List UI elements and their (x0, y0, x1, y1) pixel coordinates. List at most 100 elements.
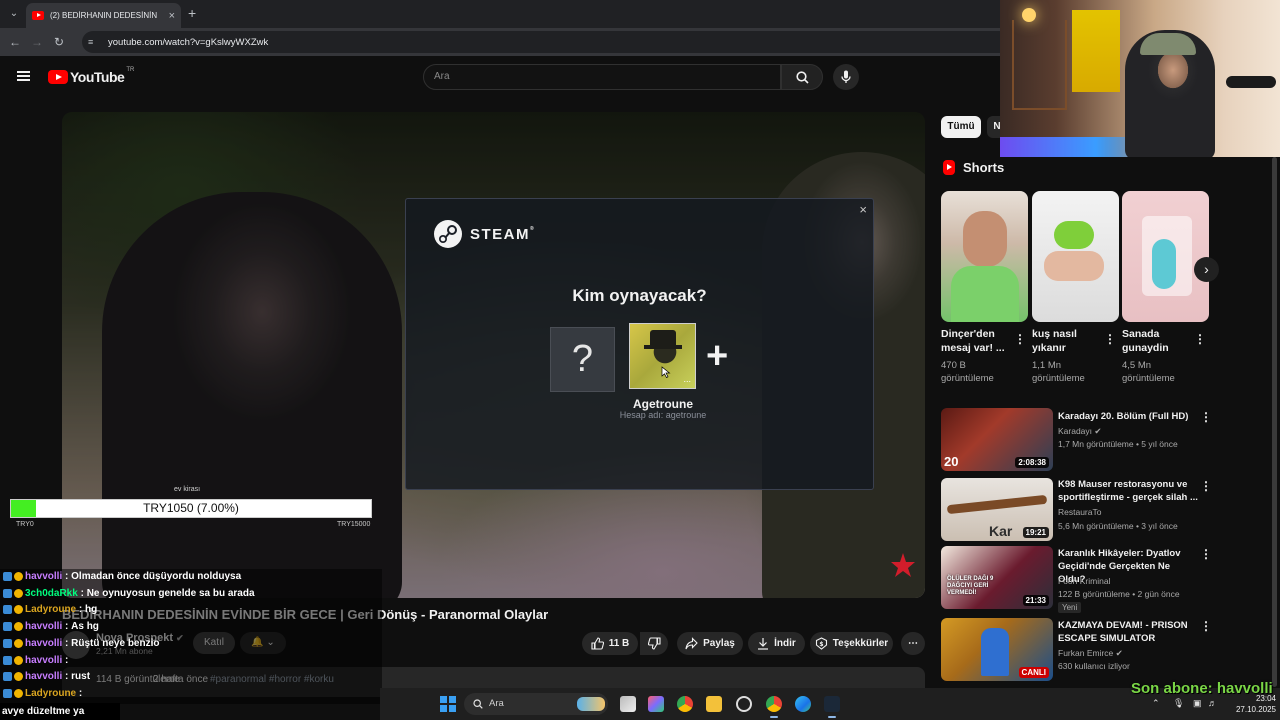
dialog-close-icon[interactable]: × (859, 202, 867, 217)
browser-tab-youtube[interactable]: (2) BEDİRHANIN DEDESİNİN EV × (26, 3, 181, 28)
chrome-icon[interactable] (677, 696, 693, 712)
short-title[interactable]: kuş nasıl yıkanır (1032, 327, 1107, 355)
chat-username[interactable]: 3ch0daRkk (25, 588, 78, 599)
download-button[interactable]: İndir (748, 632, 805, 655)
video-title-link[interactable]: Karadayı 20. Bölüm (Full HD) (1058, 410, 1198, 423)
more-vertical-icon[interactable]: ⋮ (1200, 619, 1212, 633)
chat-username[interactable]: havvolli (25, 571, 62, 582)
new-tab-icon[interactable]: + (188, 5, 196, 21)
shorts-next-button[interactable]: › (1194, 257, 1219, 282)
short-title[interactable]: Sanada gunaydin (1122, 327, 1197, 355)
menu-icon[interactable] (17, 71, 30, 81)
chat-username[interactable]: havvolli (25, 638, 62, 649)
taskbar-search-input[interactable]: Ara (464, 693, 608, 715)
new-badge: Yeni (1058, 602, 1082, 613)
voice-search-button[interactable] (833, 64, 859, 90)
video-thumbnail[interactable]: Kar 19:21 (941, 478, 1053, 541)
video-thumbnail[interactable]: 20 2:08:38 (941, 408, 1053, 471)
more-vertical-icon[interactable]: ⋮ (1014, 332, 1026, 346)
short-title[interactable]: Dinçer'den mesaj var! ... (941, 327, 1016, 355)
more-actions-button[interactable]: ⋯ (901, 632, 925, 655)
more-vertical-icon[interactable]: ⋮ (1200, 410, 1212, 424)
chat-badge-icon (3, 572, 12, 581)
site-info-icon[interactable]: ≡ (88, 37, 100, 47)
task-view-icon[interactable] (620, 696, 636, 712)
chat-badge-icon (3, 605, 12, 614)
address-bar[interactable]: ≡ youtube.com/watch?v=gKslwyWXZwk (82, 31, 1092, 53)
video-thumbnail[interactable]: CANLI (941, 618, 1053, 681)
verified-icon: ✔ (1115, 648, 1123, 658)
edge-icon[interactable] (795, 696, 811, 712)
sidebar-scrollbar[interactable] (1272, 157, 1277, 687)
chat-message: Ladyroune : hg (3, 604, 97, 615)
video-title-link[interactable]: K98 Mauser restorasyonu ve sportifleştir… (1058, 478, 1198, 504)
thumbnail-text: Kar (989, 523, 1013, 539)
chat-text: rust (71, 671, 91, 682)
tray-chevron-up-icon[interactable]: ⌃ (1152, 698, 1160, 709)
webcam-cap (1140, 33, 1196, 55)
account-avatar-button[interactable]: ... (629, 323, 696, 389)
chat-username[interactable]: Ladyroune (25, 604, 76, 615)
video-title-link[interactable]: KAZMAYA DEVAM! - PRISON ESCAPE SIMULATOR (1058, 619, 1198, 645)
chat-badge-icon (14, 639, 23, 648)
chip-all[interactable]: Tümü (941, 116, 981, 138)
channel-name[interactable]: RestauraTo (1058, 507, 1101, 517)
like-button[interactable]: 11 B (582, 632, 638, 655)
back-icon[interactable]: ← (4, 35, 26, 49)
more-vertical-icon[interactable]: ⋮ (1200, 479, 1212, 493)
chat-username[interactable]: Ladyroune (25, 688, 76, 699)
channel-name[interactable]: Foon Kriminal (1058, 576, 1110, 586)
chat-message: 3ch0daRkk : Ne oynuyosun genelde sa bu a… (3, 588, 255, 599)
short-thumbnail[interactable] (1032, 191, 1119, 322)
short-thumbnail[interactable] (941, 191, 1028, 322)
chat-text: Rüştü neye benzio (71, 638, 160, 649)
chat-username[interactable]: havvolli (25, 621, 62, 632)
account-options-icon[interactable]: ... (683, 374, 691, 384)
steam-taskbar-icon[interactable] (824, 696, 840, 712)
volume-icon[interactable]: ♬ (1208, 698, 1217, 708)
goal-label: ev kirası (174, 486, 201, 493)
microphone-tray-icon[interactable]: 🎙 (1173, 698, 1184, 709)
browser-toolbar: ← → ↻ ≡ youtube.com/watch?v=gKslwyWXZwk (0, 28, 1092, 56)
share-label: Paylaş (703, 638, 735, 649)
youtube-logo-text: YouTube (70, 69, 125, 85)
thanks-button[interactable]: $ Teşekkürler (810, 632, 893, 655)
network-icon[interactable]: ▣ (1193, 698, 1202, 709)
chat-badge-icon (14, 589, 23, 598)
chat-separator: : (62, 671, 72, 682)
share-button[interactable]: Paylaş (677, 632, 743, 655)
tab-close-icon[interactable]: × (169, 10, 175, 22)
video-thumbnail[interactable]: ÖLÜLER DAĞI 9 DAĞCIYI GERİ VERMEDİ! 21:3… (941, 546, 1053, 609)
more-vertical-icon[interactable]: ⋮ (1194, 332, 1206, 346)
reload-icon[interactable]: ↻ (48, 35, 70, 49)
guest-account-button[interactable]: ? (550, 327, 615, 392)
file-explorer-icon[interactable] (706, 696, 722, 712)
last-subscriber-alert: Son abone: havvolli (1131, 680, 1273, 697)
chrome-profile-icon[interactable] (766, 696, 782, 712)
search-button[interactable] (781, 64, 823, 90)
video-duration: 21:33 (1022, 595, 1049, 606)
video-duration: 19:21 (1022, 527, 1049, 538)
add-account-button[interactable]: + (706, 337, 728, 375)
tab-search-icon[interactable]: ⌄ (6, 6, 22, 22)
channel-name[interactable]: Karadayı ✔ (1058, 426, 1102, 437)
chat-username[interactable]: havvolli (25, 655, 62, 666)
chat-username[interactable]: havvolli (25, 671, 62, 682)
channel-name[interactable]: Furkan Emirce ✔ (1058, 648, 1123, 659)
search-icon (796, 71, 809, 84)
more-vertical-icon[interactable]: ⋮ (1104, 332, 1116, 346)
copilot-icon[interactable] (648, 696, 664, 712)
short-thumbnail[interactable] (1122, 191, 1209, 322)
avatar-hat-brim (644, 345, 682, 349)
more-vertical-icon[interactable]: ⋮ (1200, 547, 1212, 561)
thumbnail-text: 20 (944, 454, 959, 469)
forward-icon[interactable]: → (26, 35, 48, 49)
settings-app-icon[interactable] (736, 696, 752, 712)
search-input[interactable]: Ara (423, 64, 781, 90)
windows-start-icon[interactable] (440, 696, 456, 712)
youtube-logo[interactable]: YouTube TR (48, 67, 134, 85)
dislike-button[interactable] (640, 632, 668, 655)
star-watermark-icon (891, 553, 915, 577)
chat-separator: : (62, 621, 72, 632)
shorts-icon (943, 160, 955, 175)
